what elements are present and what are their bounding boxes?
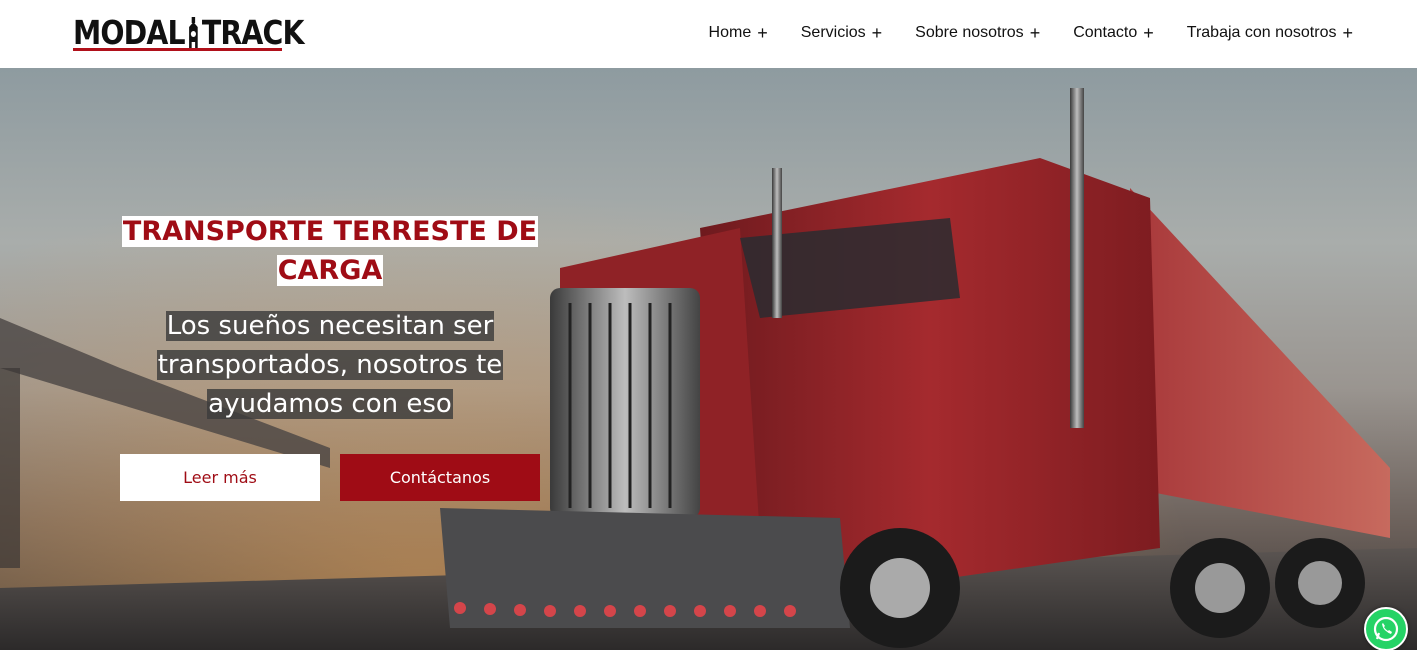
plus-icon: + [757,23,768,43]
nav-item-home[interactable]: Home + [709,22,768,44]
hero-title: TRANSPORTE TERRESTE DE CARGA [121,216,539,286]
plus-icon: + [1342,23,1353,43]
plus-icon: + [1143,23,1154,43]
nav-label: Home [708,24,752,41]
nav-label: Sobre nosotros [915,24,1024,41]
nav-item-servicios[interactable]: Servicios + [801,22,882,44]
main-nav: Home + Servicios + Sobre nosotros + Contact… [676,22,1353,44]
nav-item-sobre-nosotros[interactable]: Sobre nosotros + [915,22,1040,44]
read-more-button[interactable]: Leer más [120,454,320,501]
nav-label: Servicios [800,24,866,41]
plus-icon: + [1029,23,1041,43]
modal-track-logo[interactable]: MODAL TRACK [73,11,304,51]
site-header: MODAL TRACK Home + Servicios + Sobre nosotr… [0,0,1417,68]
hero-section: TRANSPORTE TERRESTE DE CARGA Los sueños n… [0,68,1417,650]
tower-icon [188,17,198,51]
nav-label: Trabaja con nosotros [1186,24,1337,41]
whatsapp-icon[interactable] [1364,607,1408,650]
nav-label: Contacto [1073,24,1138,41]
hero-subtitle: Los sueños necesitan ser transportados, n… [156,311,504,419]
logo-underline [73,48,282,51]
contact-us-button[interactable]: Contáctanos [340,454,540,501]
nav-item-trabaja-con-nosotros[interactable]: Trabaja con nosotros + [1187,22,1353,44]
plus-icon: + [871,23,883,43]
nav-item-contacto[interactable]: Contacto + [1073,22,1154,44]
logo-text: MODAL TRACK [73,13,304,52]
phone-icon [1373,616,1399,642]
